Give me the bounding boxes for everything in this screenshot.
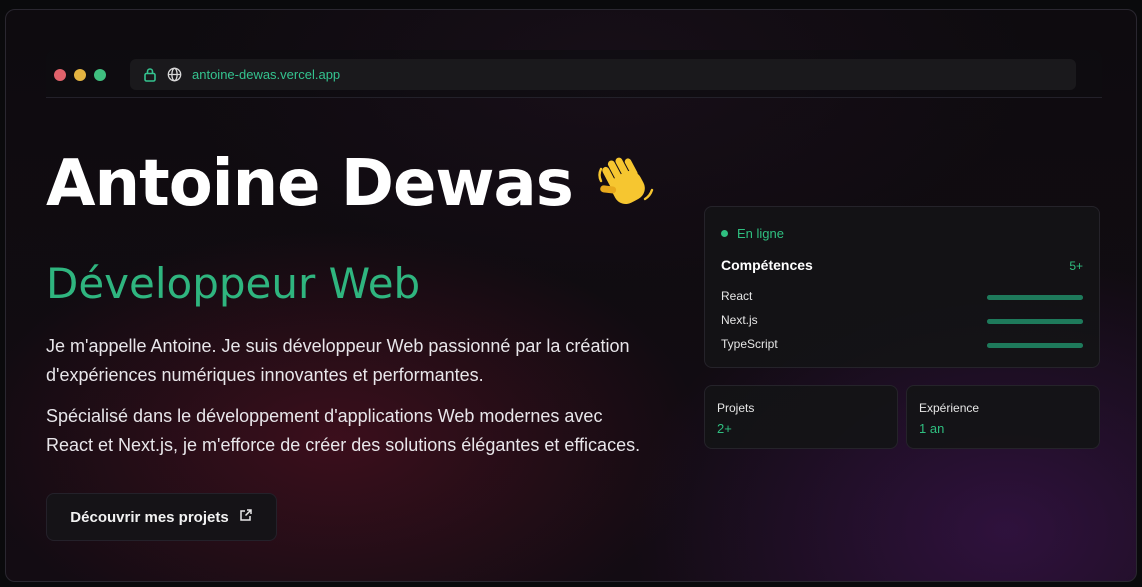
discover-projects-label: Découvrir mes projets (70, 508, 229, 526)
lock-icon (142, 67, 158, 83)
close-window-dot[interactable] (54, 69, 66, 81)
globe-icon (166, 67, 182, 83)
hero-role: Développeur Web (46, 259, 421, 308)
skill-level-bar (987, 319, 1083, 324)
skill-level-fill (987, 343, 1083, 348)
skill-name: React (721, 289, 753, 303)
discover-projects-button[interactable]: Découvrir mes projets (46, 493, 277, 541)
online-dot-icon (721, 230, 728, 237)
skill-row: React (721, 289, 1083, 305)
hero-name: Antoine Dewas (46, 147, 574, 221)
skill-level-bar (987, 343, 1083, 348)
skill-level-fill (987, 319, 1083, 324)
url-text: antoine-dewas.vercel.app (192, 67, 341, 82)
browser-window: antoine-dewas.vercel.app Antoine Dewas D… (5, 9, 1137, 582)
skill-name: Next.js (721, 313, 758, 327)
browser-toolbar: antoine-dewas.vercel.app (46, 50, 1102, 98)
external-link-icon (239, 508, 253, 526)
address-bar[interactable]: antoine-dewas.vercel.app (130, 59, 1076, 90)
skill-row: TypeScript (721, 337, 1083, 353)
experience-stat-card: Expérience 1 an (906, 385, 1100, 449)
skills-count: 5+ (1069, 259, 1083, 273)
intro-paragraph: Je m'appelle Antoine. Je suis développeu… (46, 336, 630, 385)
status-text: En ligne (737, 226, 784, 241)
specialty-paragraph: Spécialisé dans le développement d'appli… (46, 406, 641, 455)
hero-title: Antoine Dewas (46, 147, 657, 221)
experience-label: Expérience (919, 401, 980, 415)
waving-hand-icon (595, 153, 657, 215)
status-indicator: En ligne (721, 226, 784, 241)
skill-name: TypeScript (721, 337, 778, 351)
maximize-window-dot[interactable] (94, 69, 106, 81)
projects-label: Projets (717, 401, 755, 415)
skills-title: Compétences (721, 257, 813, 273)
skill-level-fill (987, 295, 1083, 300)
projects-value: 2+ (717, 421, 732, 436)
skill-level-bar (987, 295, 1083, 300)
projects-stat-card: Projets 2+ (704, 385, 898, 449)
skill-row: Next.js (721, 313, 1083, 329)
experience-value: 1 an (919, 421, 945, 436)
status-card: En ligne Compétences 5+ React Next.js Ty… (704, 206, 1100, 368)
minimize-window-dot[interactable] (74, 69, 86, 81)
